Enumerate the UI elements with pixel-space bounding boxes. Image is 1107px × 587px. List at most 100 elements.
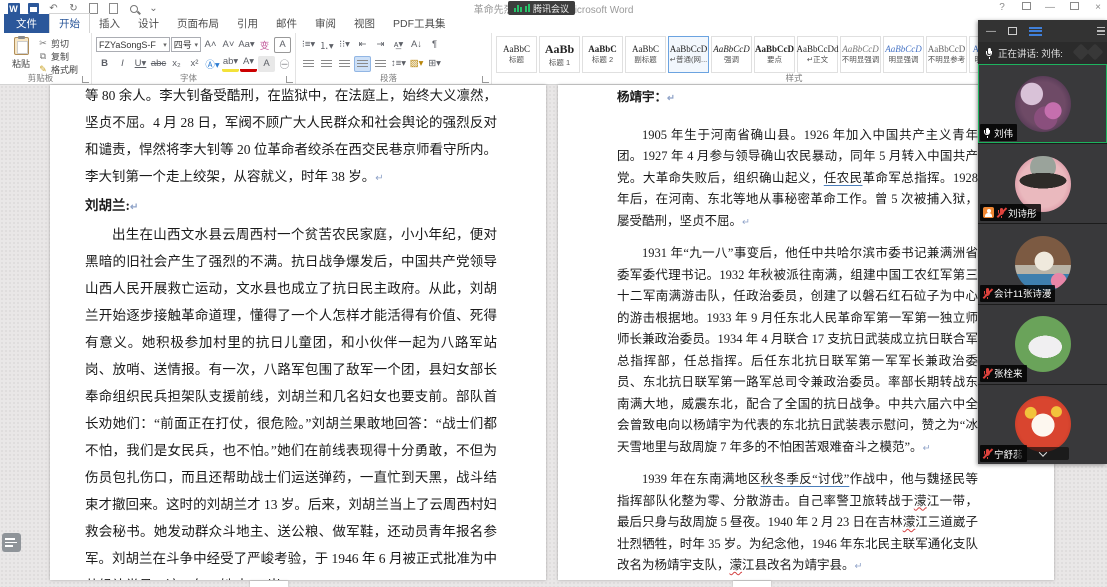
style-preview: AaBbC — [588, 44, 617, 54]
style-item-标题[interactable]: AaBbC 标题 — [496, 36, 537, 73]
minimize-button[interactable]: — — [1043, 2, 1057, 13]
tab-插入[interactable]: 插入 — [90, 14, 129, 33]
participant-tile-刘诗彤[interactable]: 刘诗彤 — [978, 144, 1107, 224]
paragraph-dialog-launcher[interactable] — [482, 76, 489, 83]
shrink-font-button[interactable]: A˅ — [220, 37, 237, 53]
change-case-button[interactable]: Aa▾ — [238, 37, 255, 53]
style-label: 强调 — [724, 55, 739, 64]
tab-PDF工具集[interactable]: PDF工具集 — [384, 14, 455, 33]
font-color-button[interactable]: A▾ — [240, 56, 257, 72]
distribute-button[interactable] — [372, 56, 389, 72]
tab-邮件[interactable]: 邮件 — [267, 14, 306, 33]
tab-审阅[interactable]: 审阅 — [306, 14, 345, 33]
participant-tile-宁舒蕊[interactable]: 宁舒蕊 — [978, 384, 1107, 465]
bold-button[interactable]: B — [96, 56, 113, 72]
style-preview: AaBbCcD — [885, 44, 922, 54]
floating-list-button[interactable] — [2, 533, 21, 552]
restore-button[interactable] — [1067, 2, 1081, 13]
align-right-button[interactable] — [336, 56, 353, 72]
tab-文件[interactable]: 文件 — [4, 14, 49, 33]
style-item-标题2[interactable]: AaBbC 标题 2 — [582, 36, 623, 73]
muted-mic-icon — [997, 207, 1005, 219]
search-icon — [129, 4, 138, 13]
align-center-button[interactable] — [318, 56, 335, 72]
font-dialog-launcher[interactable] — [286, 76, 293, 83]
meeting-minimize-button[interactable]: — — [986, 26, 996, 37]
participant-tile-张栓来[interactable]: 张栓来 — [978, 304, 1107, 384]
style-item-标题1[interactable]: AaBb 标题 1 — [539, 36, 580, 73]
style-item-不明显参考[interactable]: AaBbCcD 不明显参考 — [926, 36, 967, 73]
meeting-panel-header: — — [978, 20, 1107, 42]
strikethrough-button[interactable]: abc — [150, 56, 167, 72]
multilevel-list-button[interactable]: ⁝⁝▾ — [336, 37, 353, 53]
paste-button[interactable]: 粘贴 — [4, 35, 38, 73]
justify-button[interactable] — [354, 55, 371, 72]
font-size-combo[interactable]: 四号 ▾ — [170, 37, 201, 52]
watermark-shapes — [1072, 43, 1104, 61]
document-canvas: 等 80 余人。李大钊备受酷刑，在监狱中，在法庭上，始终大义凛然，坚贞不屈。4 … — [0, 85, 1107, 587]
sort-button[interactable]: A↓ — [408, 37, 425, 53]
style-item-明显强调[interactable]: AaBbCcD 明显强调 — [883, 36, 924, 73]
borders-button[interactable]: ⊞▾ — [426, 56, 443, 72]
avatar — [1014, 155, 1071, 212]
underline-button[interactable]: U▾ — [132, 56, 149, 72]
participant-tile-会计11张诗漫[interactable]: 会计11张诗漫 — [978, 224, 1107, 304]
muted-mic-icon — [983, 368, 991, 379]
italic-button[interactable]: I — [114, 56, 131, 72]
character-shading-button[interactable]: A — [258, 55, 275, 72]
window-controls: ? — × — [995, 2, 1105, 13]
tab-开始[interactable]: 开始 — [49, 13, 90, 33]
collapse-tiles-button[interactable] — [1016, 447, 1069, 461]
tab-引用[interactable]: 引用 — [228, 14, 267, 33]
asian-layout-button[interactable]: ᴀ̲▾ — [390, 37, 407, 53]
numbering-button[interactable]: ⒈▾ — [318, 37, 335, 53]
chevron-down-icon — [1038, 447, 1047, 457]
copy-button[interactable]: ⧉ 复制 — [38, 50, 78, 63]
participant-nameplate: 刘诗彤 — [980, 204, 1041, 222]
word-icon: W — [7, 2, 20, 15]
text-effects-button[interactable]: Ⓐ▾ — [204, 56, 221, 72]
tab-页面布局[interactable]: 页面布局 — [168, 14, 228, 33]
style-item-不明显强调[interactable]: AaBbCcD 不明显强调 — [840, 36, 881, 73]
style-item-副标题[interactable]: AaBbC 副标题 — [625, 36, 666, 73]
help-button[interactable]: ? — [995, 2, 1009, 13]
meeting-gallery-view-button[interactable] — [1029, 26, 1042, 36]
meeting-menu-icon[interactable] — [1097, 26, 1105, 36]
close-button[interactable]: × — [1091, 2, 1105, 13]
doc-heading: 刘胡兰:↵ — [85, 198, 139, 213]
meeting-restore-button[interactable] — [1008, 27, 1017, 35]
style-item-要点[interactable]: AaBbCcD 要点 — [754, 36, 795, 73]
cut-button[interactable]: ✂ 剪切 — [38, 37, 78, 50]
superscript-button[interactable]: x² — [186, 56, 203, 72]
character-border-button[interactable]: A — [274, 36, 291, 53]
bullets-button[interactable]: ⁝≡▾ — [300, 37, 317, 53]
shading-button[interactable]: ▨▾ — [408, 56, 425, 72]
font-name-combo[interactable]: FZYaSongS-F ▾ — [96, 37, 170, 52]
show-marks-button[interactable]: ¶ — [426, 37, 443, 53]
tab-视图[interactable]: 视图 — [345, 14, 384, 33]
save-icon — [28, 3, 39, 14]
style-item-正文[interactable]: AaBbCcDd ↵正文 — [797, 36, 839, 73]
document-page-1[interactable]: 等 80 余人。李大钊备受酷刑，在监狱中，在法庭上，始终大义凛然，坚贞不屈。4 … — [50, 85, 546, 580]
tab-设计[interactable]: 设计 — [129, 14, 168, 33]
ribbon-display-options-button[interactable] — [1019, 2, 1033, 13]
participant-tile-刘伟[interactable]: 刘伟 — [978, 64, 1107, 144]
subscript-button[interactable]: x₂ — [168, 56, 185, 72]
clipboard-dialog-launcher[interactable] — [82, 76, 89, 83]
style-label: 标题 1 — [548, 57, 571, 67]
grow-font-button[interactable]: A˄ — [202, 37, 219, 53]
tencent-meeting-floating-badge[interactable]: 腾讯会议 — [508, 1, 576, 15]
decrease-indent-button[interactable]: ⇤ — [354, 37, 371, 53]
style-item-强调[interactable]: AaBbCcD 强调 — [711, 36, 752, 73]
speaking-text: 正在讲话: 刘伟: — [998, 49, 1063, 60]
align-left-button[interactable] — [300, 56, 317, 72]
doc-paragraph: 出生在山西文水县云周西村一个贫苦农民家庭，小小年纪，便对黑暗的旧社会产生了强烈的… — [85, 227, 497, 580]
enclose-characters-button[interactable]: ㊀ — [276, 56, 293, 72]
phonetic-guide-button[interactable]: 变 — [256, 37, 273, 53]
highlight-button[interactable]: ab▾ — [222, 56, 239, 72]
increase-indent-button[interactable]: ⇥ — [372, 37, 389, 53]
muted-mic-icon — [983, 288, 991, 299]
line-spacing-button[interactable]: ↕≡▾ — [390, 56, 407, 72]
style-label: 要点 — [767, 55, 782, 64]
style-item-普通(网[interactable]: AaBbCcD ↵普通(网... — [668, 36, 709, 73]
